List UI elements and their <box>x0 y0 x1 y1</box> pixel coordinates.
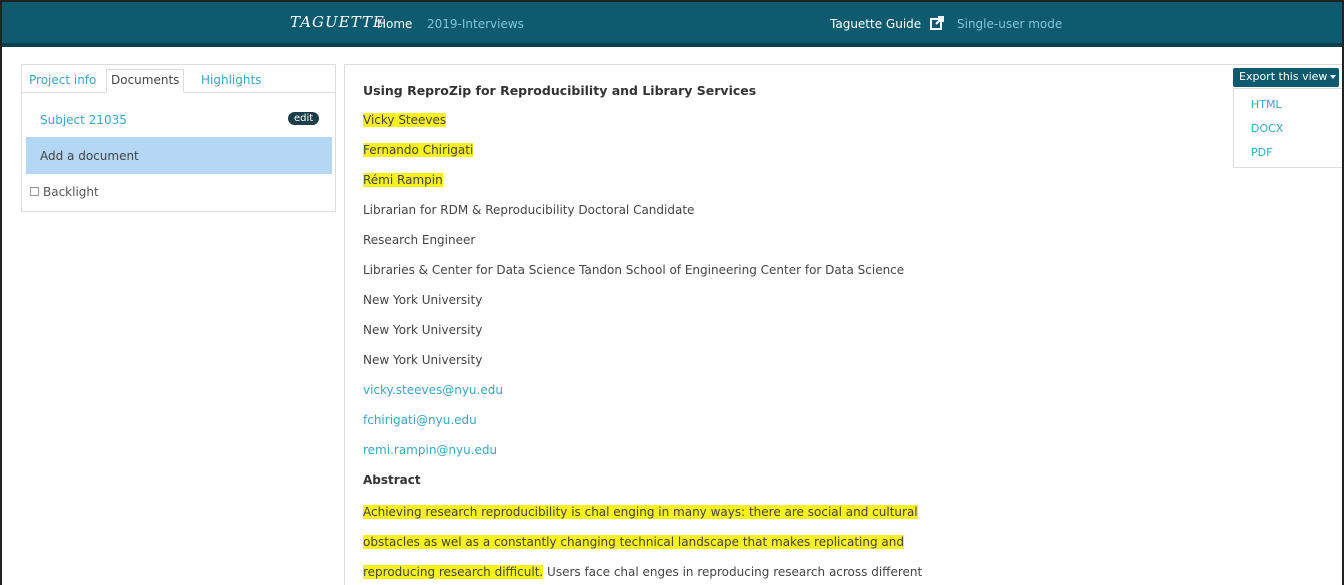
nav-project-link[interactable]: 2019-Interviews <box>427 17 524 31</box>
abstract-heading: Abstract <box>363 473 421 487</box>
highlight[interactable]: Rémi Rampin <box>363 173 443 187</box>
top-navbar: TAGUETTE Home 2019-Interviews Taguette G… <box>2 2 1342 47</box>
panel-tabs: Project info Documents Highlights <box>22 65 335 93</box>
document-line: New York University <box>363 353 483 367</box>
highlight[interactable]: Vicky Steeves <box>363 113 447 127</box>
document-list-item: Subject 21035 edit <box>26 105 332 135</box>
document-viewer: Using ReproZip for Reproducibility and L… <box>344 64 1342 585</box>
export-menu: HTML DOCX PDF <box>1233 88 1342 168</box>
tab-documents[interactable]: Documents <box>106 69 185 93</box>
document-line: Libraries & Center for Data Science Tand… <box>363 263 905 277</box>
external-link-icon[interactable] <box>930 16 944 30</box>
email-link[interactable]: fchirigati@nyu.edu <box>363 413 477 427</box>
document-title: Using ReproZip for Reproducibility and L… <box>363 83 757 98</box>
highlight[interactable]: Achieving research reproducibility is ch… <box>363 505 918 519</box>
abstract-line: reproducing research difficult. Users fa… <box>363 565 922 579</box>
document-line: New York University <box>363 323 483 337</box>
email-link[interactable]: remi.rampin@nyu.edu <box>363 443 497 457</box>
brand-logo[interactable]: TAGUETTE <box>290 13 385 31</box>
tab-project-info[interactable]: Project info <box>25 70 100 94</box>
export-view-button[interactable]: Export this view <box>1233 68 1339 87</box>
abstract-line: obstacles as wel as a constantly changin… <box>363 535 904 549</box>
document-line: Research Engineer <box>363 233 476 247</box>
add-document-button[interactable]: Add a document <box>26 137 332 174</box>
email-link[interactable]: vicky.steeves@nyu.edu <box>363 383 503 397</box>
abstract-text: Users face chal enges in reproducing res… <box>543 565 923 579</box>
document-line: New York University <box>363 293 483 307</box>
document-line: Rémi Rampin <box>363 173 443 187</box>
backlight-checkbox[interactable] <box>30 187 39 196</box>
export-pdf-option[interactable]: PDF <box>1251 146 1272 159</box>
abstract-line: Achieving research reproducibility is ch… <box>363 505 918 519</box>
document-line: Fernando Chirigati <box>363 143 474 157</box>
nav-mode-link[interactable]: Single-user mode <box>957 17 1062 31</box>
edit-document-button[interactable]: edit <box>288 112 320 125</box>
backlight-label: Backlight <box>43 185 99 199</box>
highlight[interactable]: obstacles as wel as a constantly changin… <box>363 535 904 549</box>
add-document-label: Add a document <box>40 149 139 163</box>
app-window: TAGUETTE Home 2019-Interviews Taguette G… <box>0 0 1344 585</box>
export-docx-option[interactable]: DOCX <box>1251 122 1283 135</box>
document-line: Vicky Steeves <box>363 113 447 127</box>
highlight[interactable]: reproducing research difficult. <box>363 565 544 579</box>
export-html-option[interactable]: HTML <box>1251 98 1282 111</box>
highlight[interactable]: Fernando Chirigati <box>363 143 474 157</box>
document-line: Librarian for RDM & Reproducibility Doct… <box>363 203 695 217</box>
left-panel: Project info Documents Highlights Subjec… <box>21 64 336 212</box>
nav-home-link[interactable]: Home <box>377 17 412 31</box>
tab-highlights[interactable]: Highlights <box>197 70 265 94</box>
export-view-label: Export this view <box>1239 70 1328 83</box>
nav-guide-link[interactable]: Taguette Guide <box>830 17 921 31</box>
caret-down-icon <box>1330 75 1337 79</box>
document-link[interactable]: Subject 21035 <box>40 113 127 127</box>
